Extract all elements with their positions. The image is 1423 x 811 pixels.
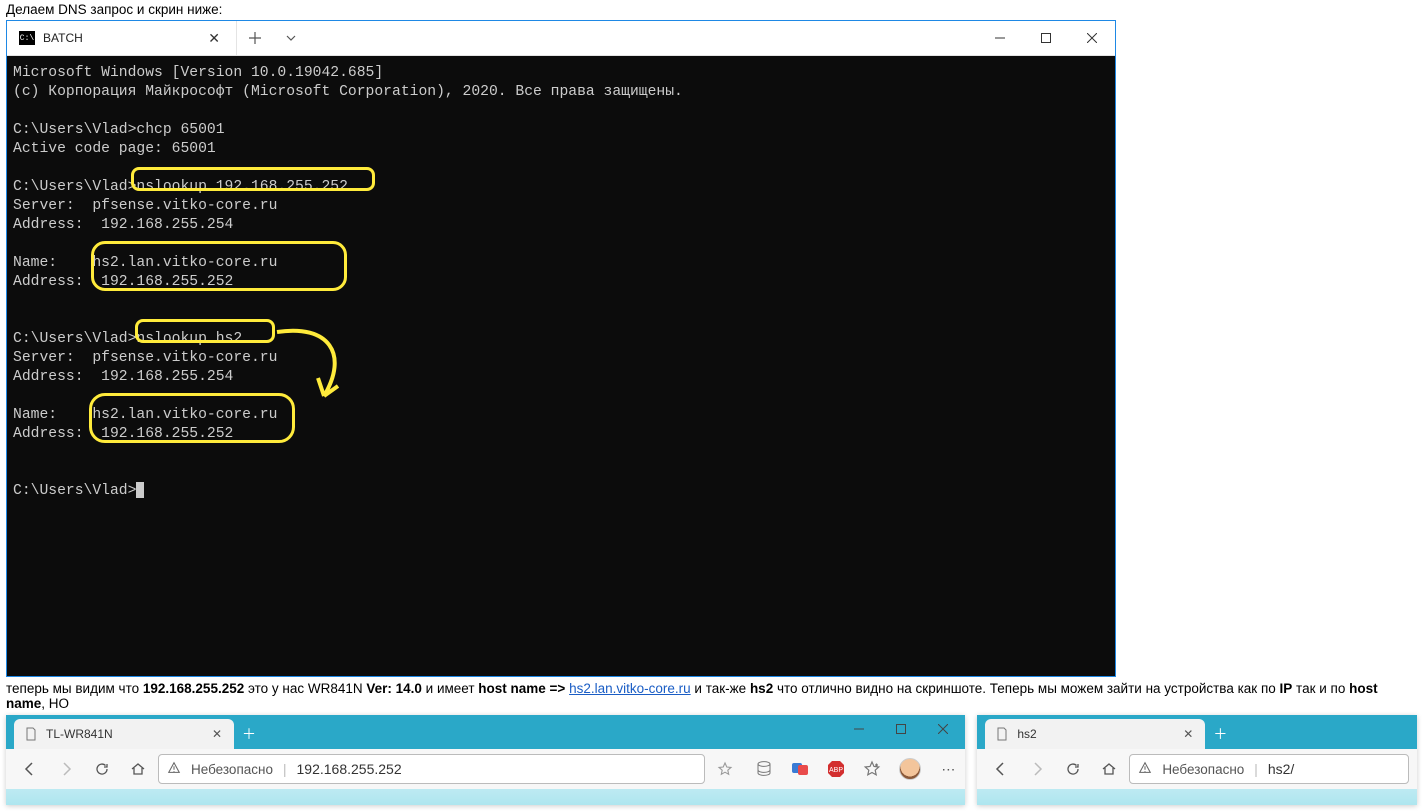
favorites-hub-icon[interactable]: [863, 760, 881, 778]
browser-page-content: [977, 789, 1417, 805]
address-bar[interactable]: Небезопасно | hs2/: [1129, 754, 1409, 784]
outro-hs2: hs2: [750, 681, 773, 696]
outro-ver: Ver: 14.0: [366, 681, 422, 696]
browser-tab-title: TL-WR841N: [46, 727, 202, 741]
outro-seg: , НО: [41, 696, 69, 711]
browser-tab-close[interactable]: ✕: [1181, 727, 1195, 741]
tab-close-button[interactable]: ✕: [204, 30, 224, 47]
close-window-button[interactable]: [1069, 21, 1115, 56]
browser-toolbar-left: Небезопасно | 192.168.255.252 ABP ⋯: [6, 749, 965, 789]
nav-back-button[interactable]: [985, 753, 1017, 785]
outro-link[interactable]: hs2.lan.vitko-core.ru: [569, 681, 691, 696]
outro-seg: что отлично видно на скриншоте. Теперь м…: [773, 681, 1279, 696]
address-url: hs2/: [1268, 761, 1294, 777]
terminal-tab-title: BATCH: [43, 31, 196, 45]
browser-tabs-right[interactable]: hs2 ✕ ＋: [977, 715, 1417, 749]
cmd-icon: C:\: [19, 31, 35, 45]
profile-avatar[interactable]: [899, 758, 921, 780]
browser-window-left: TL-WR841N ✕ ＋ Небе: [6, 715, 965, 805]
term-line: C:\Users\Vlad>nslookup 192.168.255.252: [13, 179, 348, 195]
outro-seg: теперь мы видим что: [6, 681, 143, 696]
translate-ext-icon[interactable]: [791, 760, 809, 778]
nav-back-button[interactable]: [14, 753, 46, 785]
address-url: 192.168.255.252: [297, 761, 402, 777]
browser-close[interactable]: [925, 715, 961, 743]
term-line: Address: 192.168.255.252: [13, 274, 233, 290]
term-line: C:\Users\Vlad>nslookup hs2: [13, 331, 242, 347]
term-line: (c) Корпорация Майкрософт (Microsoft Cor…: [13, 84, 683, 100]
browser-tab[interactable]: hs2 ✕: [985, 719, 1205, 749]
outro-ipword: IP: [1280, 681, 1293, 696]
term-line: Active code page: 65001: [13, 141, 216, 157]
term-line: Address: 192.168.255.252: [13, 426, 233, 442]
nav-home-button[interactable]: [1093, 753, 1125, 785]
browser-window-right: hs2 ✕ ＋ Небезопасно | hs2/: [977, 715, 1417, 805]
minimize-button[interactable]: [977, 21, 1023, 56]
term-line: C:\Users\Vlad>: [13, 483, 136, 499]
new-browser-tab[interactable]: ＋: [234, 719, 264, 749]
browser-maximize[interactable]: [883, 715, 919, 743]
term-line: Address: 192.168.255.254: [13, 217, 233, 233]
outro-hostlabel: host name =>: [478, 681, 565, 696]
outro-seg: так и по: [1292, 681, 1349, 696]
term-line: Address: 192.168.255.254: [13, 369, 233, 385]
outro-text: теперь мы видим что 192.168.255.252 это …: [6, 681, 1417, 711]
term-line: Server: pfsense.vitko-core.ru: [13, 198, 277, 214]
browser-toolbar-right: Небезопасно | hs2/: [977, 749, 1417, 789]
addr-separator: |: [1254, 762, 1258, 777]
tab-dropdown-button[interactable]: [273, 21, 309, 55]
maximize-button[interactable]: [1023, 21, 1069, 56]
term-line: Microsoft Windows [Version 10.0.19042.68…: [13, 65, 383, 81]
browser-tab-close[interactable]: ✕: [210, 727, 224, 741]
database-ext-icon[interactable]: [755, 760, 773, 778]
outro-seg: и так-же: [691, 681, 750, 696]
nav-refresh-button[interactable]: [86, 753, 118, 785]
term-line: Name: hs2.lan.vitko-core.ru: [13, 255, 277, 271]
highlight-arrow: [269, 314, 369, 414]
insecure-label: Небезопасно: [191, 762, 273, 777]
terminal-window: C:\ BATCH ✕ Microsof: [6, 20, 1116, 677]
page-icon: [24, 727, 38, 741]
outro-seg: это у нас WR841N: [244, 681, 366, 696]
browser-tab[interactable]: TL-WR841N ✕: [14, 719, 234, 749]
nav-home-button[interactable]: [122, 753, 154, 785]
browser-minimize[interactable]: [841, 715, 877, 743]
insecure-label: Небезопасно: [1162, 762, 1244, 777]
outro-seg: и имеет: [422, 681, 478, 696]
favorite-button[interactable]: [709, 753, 741, 785]
address-bar[interactable]: Небезопасно | 192.168.255.252: [158, 754, 705, 784]
new-browser-tab[interactable]: ＋: [1205, 719, 1235, 749]
outro-ip: 192.168.255.252: [143, 681, 244, 696]
insecure-icon: [167, 761, 181, 778]
term-line: Name: hs2.lan.vitko-core.ru: [13, 407, 277, 423]
term-line: C:\Users\Vlad>chcp 65001: [13, 122, 225, 138]
nav-forward-button[interactable]: [1021, 753, 1053, 785]
browser-tabs-left[interactable]: TL-WR841N ✕ ＋: [6, 715, 965, 749]
more-menu-icon[interactable]: ⋯: [939, 760, 957, 778]
new-tab-button[interactable]: [237, 21, 273, 55]
browser-page-content: [6, 789, 965, 805]
svg-text:ABP: ABP: [829, 767, 843, 774]
page-icon: [995, 727, 1009, 741]
terminal-cursor: [136, 482, 144, 498]
intro-text: Делаем DNS запрос и скрин ниже:: [6, 2, 1417, 17]
adblock-ext-icon[interactable]: ABP: [827, 760, 845, 778]
terminal-output[interactable]: Microsoft Windows [Version 10.0.19042.68…: [7, 56, 1115, 676]
term-line: Server: pfsense.vitko-core.ru: [13, 350, 277, 366]
terminal-titlebar[interactable]: C:\ BATCH ✕: [7, 21, 1115, 56]
nav-refresh-button[interactable]: [1057, 753, 1089, 785]
addr-separator: |: [283, 762, 287, 777]
browser-tab-title: hs2: [1017, 727, 1173, 741]
extension-icons: ABP ⋯: [755, 758, 957, 780]
nav-forward-button[interactable]: [50, 753, 82, 785]
insecure-icon: [1138, 761, 1152, 778]
terminal-tab[interactable]: C:\ BATCH ✕: [7, 21, 237, 55]
